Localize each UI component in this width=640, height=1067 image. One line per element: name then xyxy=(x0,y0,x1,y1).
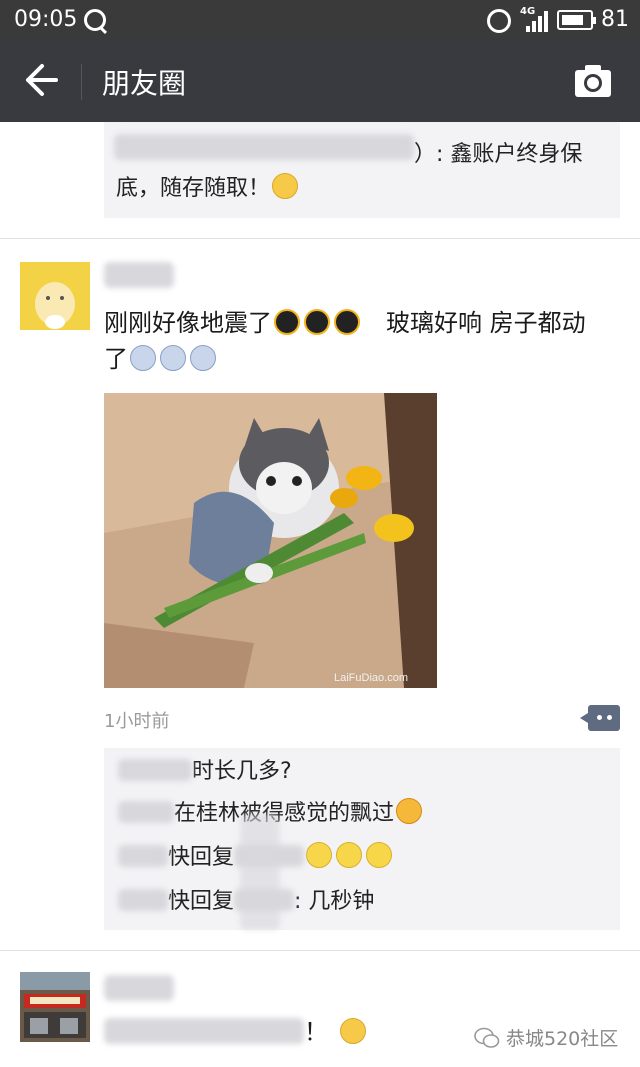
status-time: 09:05 xyxy=(14,7,78,32)
post-time: 1小时前 xyxy=(104,711,170,732)
watermark: 恭城520社区 xyxy=(474,1024,618,1051)
scream-emoji-icon xyxy=(160,345,186,371)
prev-comment-box: ）: 鑫账户终身保 底，随存随取！ xyxy=(104,122,620,218)
comment-text-line1: ）: 鑫账户终身保 xyxy=(414,142,583,167)
nav-bar: 朋友圈 xyxy=(0,42,640,122)
camera-icon[interactable] xyxy=(574,64,612,98)
page-title: 朋友圈 xyxy=(102,67,187,100)
blurred-username[interactable] xyxy=(104,262,174,288)
scream-emoji-icon xyxy=(130,345,156,371)
penguin-emoji-icon xyxy=(334,309,360,335)
qq-notification-icon xyxy=(84,9,106,31)
divider xyxy=(0,950,640,951)
dizzy-emoji-icon xyxy=(306,842,333,868)
smile-emoji-icon xyxy=(340,1018,366,1044)
smile-emoji-icon xyxy=(272,173,299,199)
battery-icon xyxy=(557,10,596,30)
status-bar: 09:05 4G 81 xyxy=(0,0,640,42)
image-watermark: LaiFuDiao.com xyxy=(334,672,408,684)
reply-item[interactable]: 时长几多? xyxy=(118,756,292,788)
blur-overlay xyxy=(240,814,280,930)
battery-level: 81 xyxy=(601,7,629,32)
divider xyxy=(0,238,640,239)
avatar[interactable] xyxy=(20,262,90,330)
blurred-name xyxy=(114,134,414,160)
alarm-icon xyxy=(487,9,511,33)
wechat-icon xyxy=(474,1027,500,1048)
comment-more-icon[interactable] xyxy=(580,705,620,731)
heart-eyes-emoji-icon xyxy=(396,798,423,824)
scream-emoji-icon xyxy=(190,345,216,371)
post-text: ！ xyxy=(104,1014,368,1050)
nav-divider xyxy=(81,64,82,100)
comments-box: 时长几多? 在桂林被得感觉的飘过 快回复 快回复: 几秒钟 xyxy=(104,748,620,930)
post-text: 刚刚好像地震了 玻璃好响 房子都动 了 xyxy=(104,309,586,373)
back-arrow-icon[interactable] xyxy=(22,60,62,100)
penguin-emoji-icon xyxy=(274,309,300,335)
avatar[interactable] xyxy=(20,972,90,1042)
signal-icon xyxy=(526,10,550,32)
battery-fill xyxy=(562,15,583,25)
penguin-emoji-icon xyxy=(304,309,330,335)
dizzy-emoji-icon xyxy=(366,842,393,868)
dizzy-emoji-icon xyxy=(336,842,363,868)
blurred-username[interactable] xyxy=(104,975,174,1001)
post-image[interactable]: LaiFuDiao.com xyxy=(104,393,437,688)
comment-text-line2: 底，随存随取！ xyxy=(116,172,300,206)
